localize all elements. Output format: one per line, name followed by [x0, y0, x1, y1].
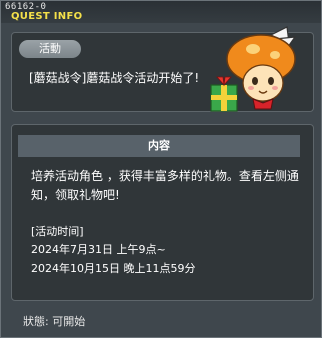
window-title: QUEST INFO: [11, 11, 83, 22]
quest-description: 培养活动角色 ，获得丰富多样的礼物。查看左侧通知，领取礼物吧!: [31, 169, 299, 202]
quest-headline: [蘑菇战令]蘑菇战令活动开始了!: [29, 71, 200, 85]
title-bar[interactable]: 66162-0 QUEST INFO: [1, 1, 321, 23]
section-title: 内容: [18, 135, 300, 157]
period-label: [活动时间]: [31, 225, 84, 238]
quest-type-tag: 活動: [19, 40, 81, 58]
orange-mushroom-with-gift-icon: [210, 26, 297, 112]
period-start: 2024年7月31日 上午9点~: [31, 243, 166, 256]
quest-status: 狀態: 可開始: [23, 315, 86, 328]
quest-info-window: 66162-0 QUEST INFO 活動 [蘑菇战令]蘑菇战令活动开始了! 内…: [0, 0, 322, 338]
period-end: 2024年10月15日 晚上11点59分: [31, 262, 196, 275]
